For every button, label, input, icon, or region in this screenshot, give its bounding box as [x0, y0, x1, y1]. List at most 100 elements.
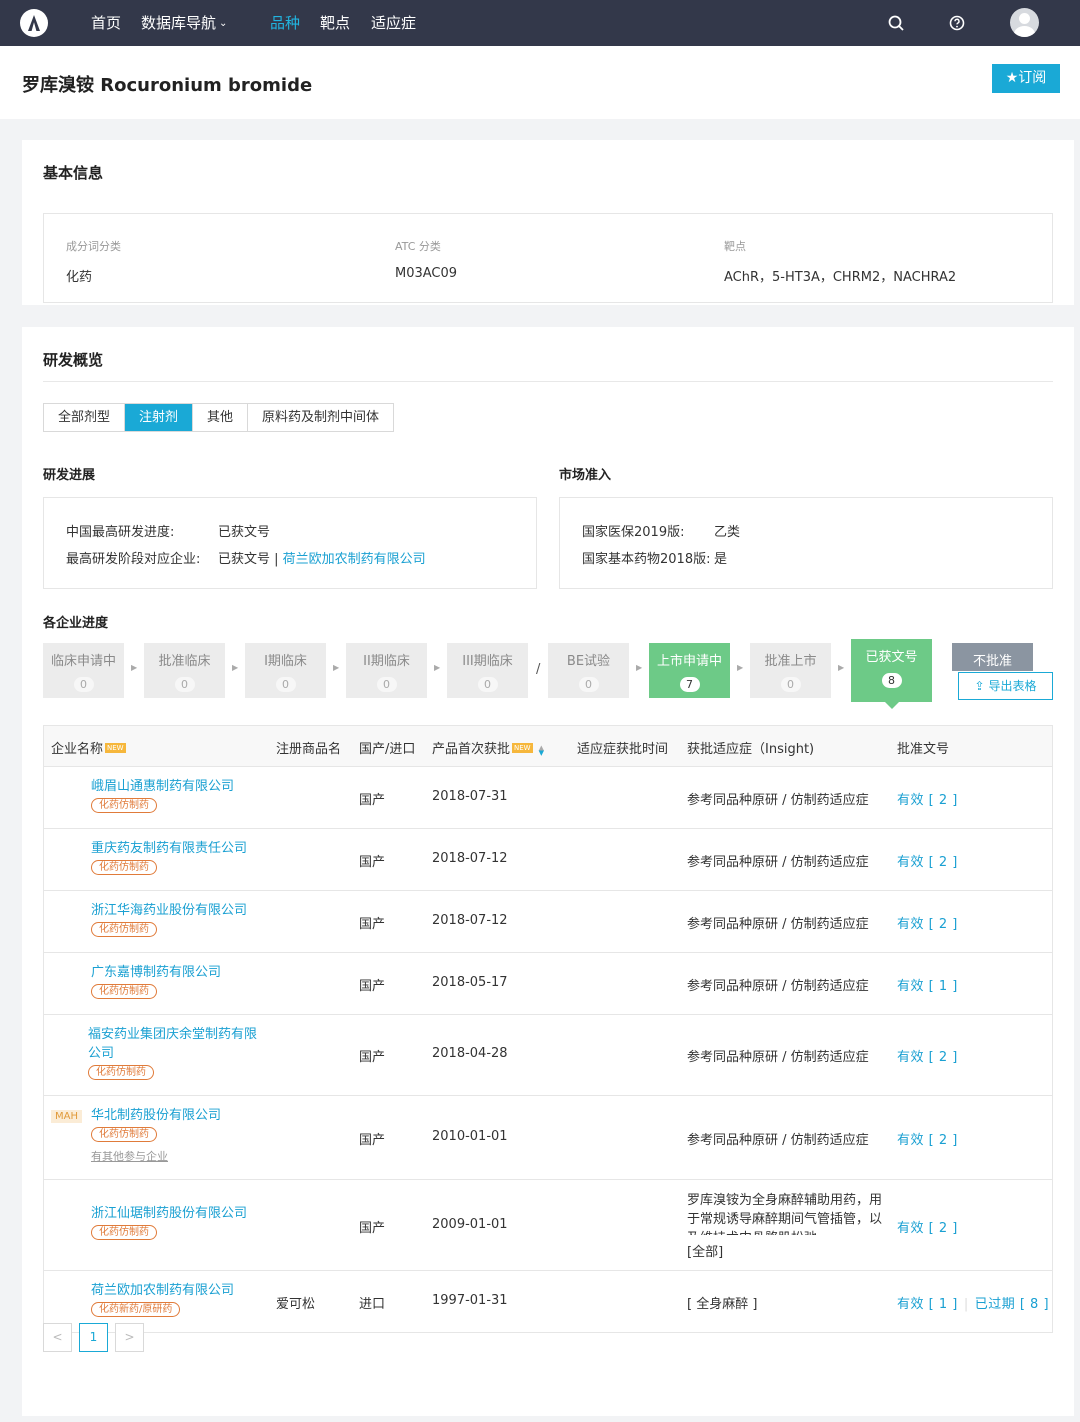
date-cell: 2009-01-01: [432, 1217, 508, 1232]
nav-database[interactable]: 数据库导航 ⌄: [141, 13, 227, 34]
table-row: MAH 华北制药股份有限公司 化药仿制药 有其他参与企业 国产 2010-01-01…: [44, 1096, 1052, 1180]
chevron-down-icon: ⌄: [219, 18, 228, 29]
nrdl-value[interactable]: 乙类: [714, 521, 740, 540]
table-row: 福安药业集团庆余堂制药有限公司 化药仿制药 国产 2018-04-28 参考同品种…: [44, 1015, 1052, 1096]
approval-link[interactable]: 有效 [ 2 ]: [897, 1046, 958, 1065]
approval-valid-link[interactable]: 有效 [ 1 ]: [897, 1297, 958, 1312]
sort-icon[interactable]: ▲ ▼: [539, 745, 544, 757]
stage-phase-1[interactable]: I期临床 0: [245, 643, 326, 698]
col-brand: 注册商品名: [276, 742, 342, 757]
logo-icon[interactable]: [20, 9, 48, 37]
col-company[interactable]: 企业名称 NEW: [51, 738, 126, 757]
china-progress-value: 已获文号: [218, 525, 271, 540]
info-target-label: 靶点: [724, 240, 746, 253]
company-cell: 浙江华海药业股份有限公司 化药仿制药: [91, 901, 247, 937]
company-name-link[interactable]: 广东嘉博制药有限公司: [91, 963, 221, 982]
next-page-button[interactable]: >: [115, 1323, 144, 1352]
origin-cell: 国产: [359, 1133, 386, 1148]
company-cell: 浙江仙琚制药股份有限公司 化药仿制药: [91, 1204, 247, 1240]
export-table-button[interactable]: ⇪ 导出表格: [958, 672, 1053, 700]
stage-separator: /: [536, 662, 541, 677]
indication-cell: 参考同品种原研 / 仿制药适应症: [687, 979, 869, 994]
tab-other[interactable]: 其他: [193, 404, 249, 431]
nav-home[interactable]: 首页: [91, 13, 121, 33]
company-name-link[interactable]: 荷兰欧加农制药有限公司: [91, 1281, 234, 1300]
search-icon[interactable]: [886, 13, 906, 33]
table-row: 荷兰欧加农制药有限公司 化药新药/原研药 爱可松 进口 1997-01-31 [ …: [44, 1271, 1052, 1332]
chevron-right-icon: ▶: [838, 663, 845, 672]
origin-cell: 国产: [359, 855, 386, 870]
rd-progress-box: 中国最高研发进度: 已获文号 最高研发阶段对应企业: 已获文号 | 荷兰欧加农制…: [43, 497, 537, 589]
indication-link[interactable]: [ 全身麻醉 ]: [687, 1293, 757, 1312]
company-tag: 化药仿制药: [91, 1127, 157, 1142]
approval-link[interactable]: 有效 [ 2 ]: [897, 913, 958, 932]
stage-clinical-application[interactable]: 临床申请中 0: [43, 643, 124, 698]
company-name-link[interactable]: 浙江仙琚制药股份有限公司: [91, 1204, 247, 1223]
stage-clinical-approved[interactable]: 批准临床 0: [144, 643, 225, 698]
stage-market-application[interactable]: 上市申请中 7: [649, 643, 730, 698]
chevron-right-icon: ▶: [434, 663, 441, 672]
export-label: 导出表格: [988, 679, 1037, 693]
col-first-approval[interactable]: 产品首次获批 NEW ▲ ▼: [432, 738, 544, 757]
stage-name: III期临床: [462, 654, 513, 669]
approval-link[interactable]: 有效 [ 2 ]: [897, 851, 958, 870]
stage-approval-number[interactable]: 已获文号 8: [851, 639, 932, 709]
company-stage-label: 最高研发阶段对应企业:: [66, 552, 201, 567]
company-name-link[interactable]: 华北制药股份有限公司: [91, 1106, 221, 1125]
info-target-value: AChR，5-HT3A，CHRM2，NACHRA2: [724, 270, 957, 285]
tab-all-dosage[interactable]: 全部剂型: [44, 404, 126, 431]
rd-overview-title: 研发概览: [43, 351, 104, 369]
col-approval-number: 批准文号: [897, 742, 950, 757]
stage-name: BE试验: [566, 654, 611, 669]
date-cell: 2018-05-17: [432, 975, 508, 990]
approval-link[interactable]: 有效 [ 2 ]: [897, 1129, 958, 1148]
company-name-link[interactable]: 峨眉山通惠制药有限公司: [91, 777, 234, 796]
tab-api-intermediate[interactable]: 原料药及制剂中间体: [248, 404, 393, 431]
chevron-right-icon: ▶: [737, 663, 744, 672]
approval-expired-link[interactable]: 已过期 [ 8 ]: [975, 1297, 1049, 1312]
ebl-value[interactable]: 是: [714, 548, 727, 567]
stage-phase-2[interactable]: II期临床 0: [346, 643, 427, 698]
date-cell: 2018-07-12: [432, 851, 508, 866]
company-table: 企业名称 NEW 注册商品名 国产/进口 产品首次获批 NEW ▲ ▼ 适应症获批时间 …: [43, 725, 1053, 1333]
origin-cell: 国产: [359, 793, 386, 808]
date-cell: 2018-07-12: [432, 913, 508, 928]
table-row: 浙江华海药业股份有限公司 化药仿制药 国产 2018-07-12 参考同品种原研 …: [44, 891, 1052, 953]
col-indication-time: 适应症获批时间: [577, 742, 669, 757]
company-name-link[interactable]: 福安药业集团庆余堂制药有限公司: [88, 1025, 266, 1063]
company-progress-title: 各企业进度: [43, 616, 109, 631]
nav-target[interactable]: 靶点: [320, 13, 350, 33]
approval-link[interactable]: 有效 [ 1 ]: [897, 975, 958, 994]
market-access-title: 市场准入: [559, 468, 612, 483]
prev-page-button[interactable]: <: [43, 1323, 72, 1352]
stage-count: 0: [578, 677, 599, 692]
indication-more-link[interactable]: [全部]: [687, 1241, 723, 1260]
subscribe-button[interactable]: ★订阅: [992, 64, 1060, 93]
stage-phase-3[interactable]: III期临床 0: [447, 643, 528, 698]
tab-injection[interactable]: 注射剂: [125, 404, 194, 431]
stage-rejected[interactable]: 不批准: [952, 643, 1033, 671]
stage-market-approved[interactable]: 批准上市 0: [750, 643, 831, 698]
table-row: 浙江仙琚制药股份有限公司 化药仿制药 国产 2009-01-01 罗库溴铵为全身麻…: [44, 1180, 1052, 1271]
company-cell: 峨眉山通惠制药有限公司 化药仿制药: [91, 777, 234, 813]
stage-name: 已获文号: [865, 650, 918, 665]
stage-be-trial[interactable]: BE试验 0: [548, 643, 629, 698]
avatar[interactable]: [1010, 8, 1039, 37]
table-row: 广东嘉博制药有限公司 化药仿制药 国产 2018-05-17 参考同品种原研 / …: [44, 953, 1052, 1015]
approval-link[interactable]: 有效 [ 2 ]: [897, 789, 958, 808]
info-atc-value: M03AC09: [395, 266, 458, 281]
company-name-link[interactable]: 浙江华海药业股份有限公司: [91, 901, 247, 920]
nav-variety[interactable]: 品种: [270, 13, 300, 33]
origin-cell: 国产: [359, 979, 386, 994]
info-atc: ATC 分类 M03AC09: [395, 238, 457, 281]
company-link[interactable]: 荷兰欧加农制药有限公司: [283, 552, 426, 567]
page-1-button[interactable]: 1: [79, 1323, 108, 1352]
rd-progress-title: 研发进展: [43, 468, 96, 483]
company-name-link[interactable]: 重庆药友制药有限责任公司: [91, 839, 247, 858]
help-icon[interactable]: [947, 13, 967, 33]
approval-link[interactable]: 有效 [ 2 ]: [897, 1217, 958, 1236]
stage-name: II期临床: [363, 654, 410, 669]
nav-indication[interactable]: 适应症: [371, 13, 416, 33]
indication-cell: 参考同品种原研 / 仿制药适应症: [687, 1050, 869, 1065]
other-companies-link[interactable]: 有其他参与企业: [91, 1148, 221, 1164]
